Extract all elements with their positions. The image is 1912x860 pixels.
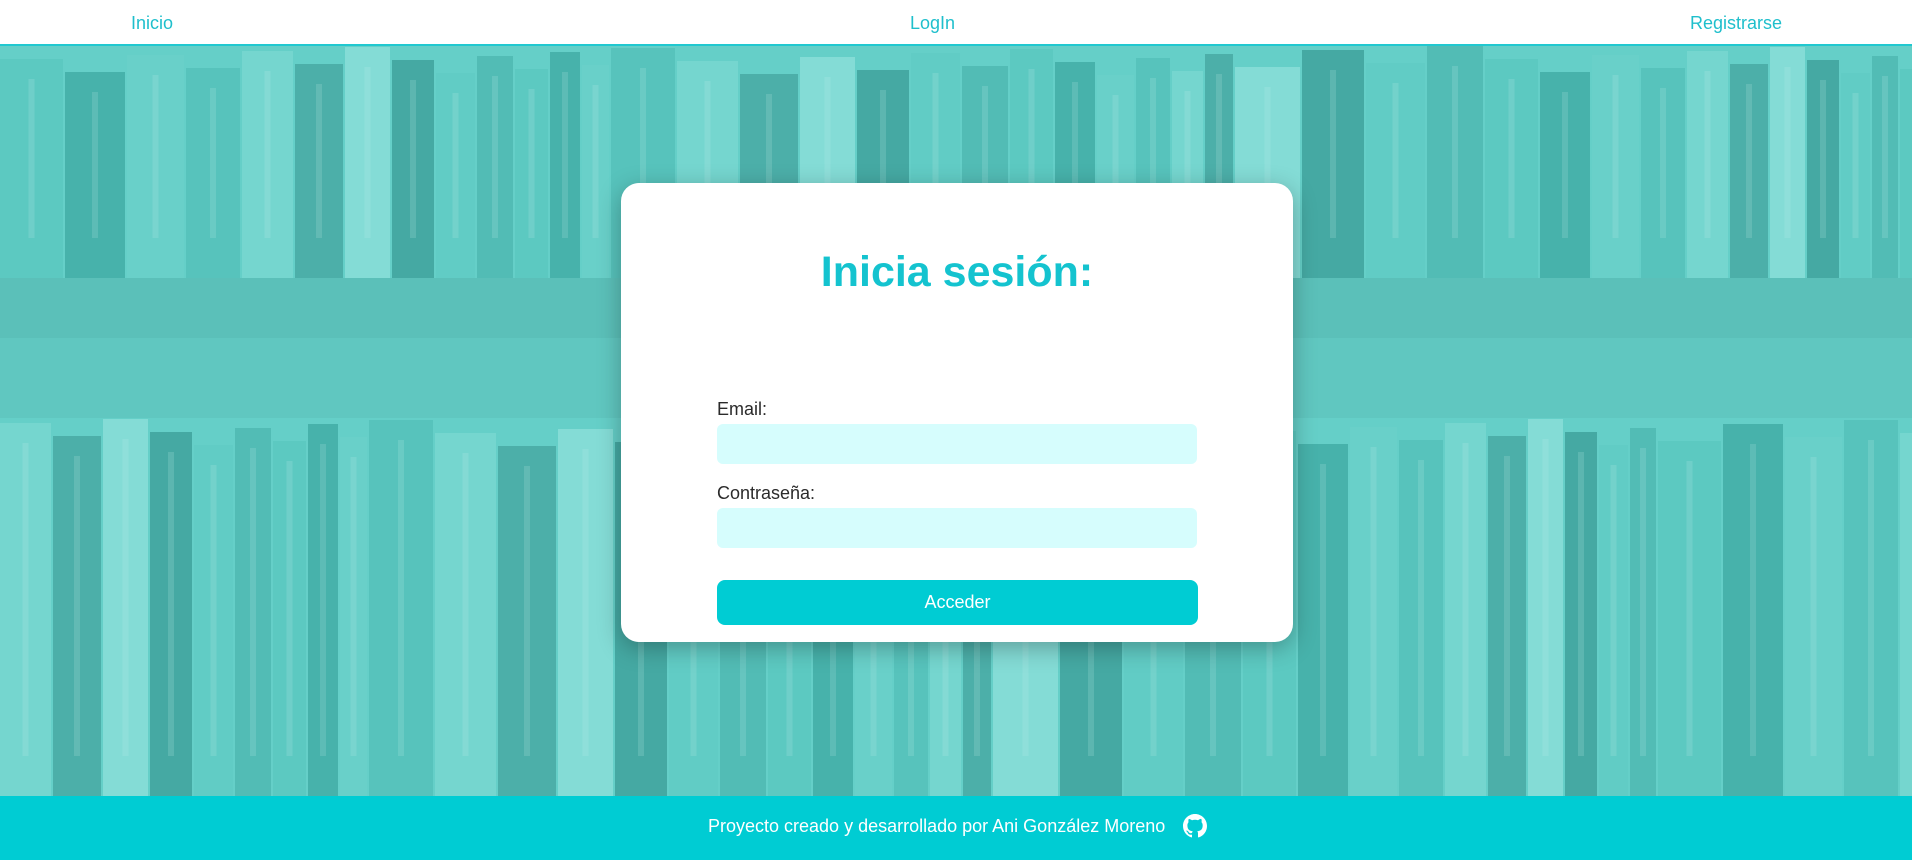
nav-link-register[interactable]: Registrarse [1690,13,1782,34]
email-field[interactable] [717,424,1197,464]
github-icon[interactable] [1183,814,1207,838]
login-title: Inicia sesión: [820,248,1094,296]
password-label: Contraseña: [717,483,816,503]
footer: Proyecto creado y desarrollado por Ani G… [0,796,1912,860]
login-card: Inicia sesión: Email: Contraseña: Accede… [621,183,1293,642]
top-navbar: Inicio LogIn Registrarse [0,0,1912,46]
hero-section: Inicia sesión: Email: Contraseña: Accede… [0,46,1912,796]
submit-button[interactable]: Acceder [717,580,1198,625]
footer-credit: Proyecto creado y desarrollado por Ani G… [708,816,1166,836]
email-label: Email: [717,399,768,419]
password-field[interactable] [717,508,1197,548]
nav-link-home[interactable]: Inicio [131,13,173,34]
nav-link-login[interactable]: LogIn [910,13,955,34]
